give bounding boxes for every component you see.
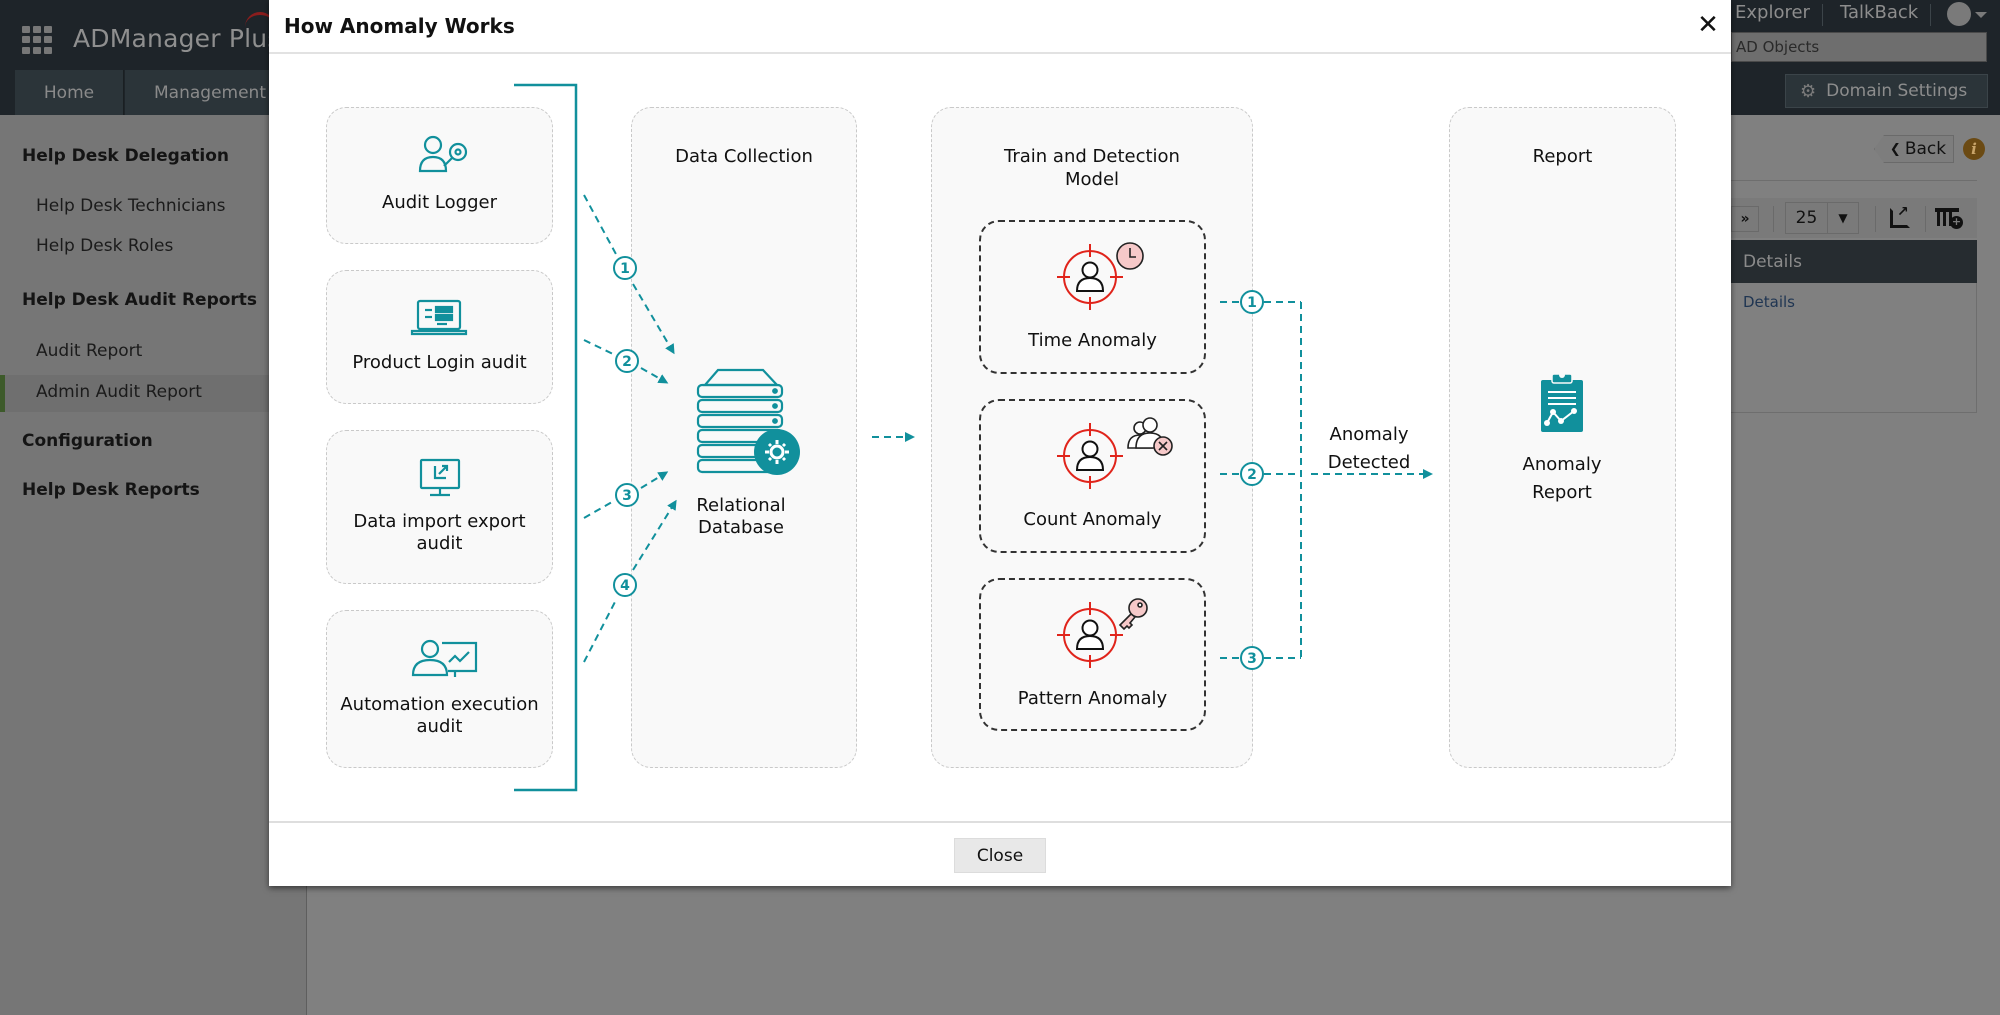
- anomaly-label: Time Anomaly: [1028, 330, 1157, 351]
- close-button[interactable]: Close: [954, 838, 1046, 873]
- model-title: Train and Detection Model: [1004, 146, 1180, 190]
- close-icon[interactable]: ✕: [1694, 10, 1722, 40]
- export-arrow-icon: ↗: [1897, 204, 1909, 220]
- page-size-select[interactable]: 25 ▼: [1785, 202, 1859, 234]
- source-label: Data import export audit: [353, 511, 526, 554]
- table-header-details[interactable]: Details: [1731, 240, 1977, 283]
- sidebar-group-help-desk-audit-reports[interactable]: Help Desk Audit Reports: [22, 290, 257, 310]
- tab-home[interactable]: Home: [15, 70, 124, 115]
- top-link-talkback[interactable]: TalkBack: [1840, 2, 1918, 28]
- app-launcher-icon[interactable]: [22, 26, 52, 54]
- source-label: Audit Logger: [382, 192, 497, 213]
- sidebar-group-configuration[interactable]: Configuration: [22, 431, 153, 451]
- source-label: Automation execution audit: [340, 694, 539, 737]
- toolbar-separator: [1773, 206, 1774, 232]
- data-collection-column: [631, 107, 857, 768]
- search-input[interactable]: AD Objects: [1731, 32, 1987, 62]
- details-link[interactable]: Details: [1743, 293, 1795, 311]
- domain-settings-label: Domain Settings: [1826, 81, 1968, 101]
- info-icon[interactable]: i: [1963, 138, 1985, 160]
- top-separator: [1822, 4, 1823, 26]
- relational-database-label: Relational Database: [696, 495, 786, 538]
- sidebar-group-help-desk-reports[interactable]: Help Desk Reports: [22, 480, 200, 500]
- top-link-explorer[interactable]: Explorer: [1735, 2, 1810, 28]
- sidebar-item-admin-audit-report[interactable]: Admin Audit Report: [36, 382, 202, 402]
- back-button[interactable]: ❮ Back: [1874, 135, 1954, 163]
- data-collection-title: Data Collection: [675, 146, 813, 167]
- chevron-left-icon: ❮: [1889, 141, 1901, 157]
- source-box-audit-logger: [326, 107, 553, 244]
- sidebar-item-audit-report[interactable]: Audit Report: [36, 341, 142, 361]
- modal-footer-divider: [269, 821, 1731, 823]
- sidebar-group-help-desk-delegation[interactable]: Help Desk Delegation: [22, 146, 229, 166]
- anomaly-report-label: Anomaly Report: [1522, 454, 1602, 503]
- chevron-down-icon[interactable]: [1975, 12, 1987, 18]
- user-avatar-icon[interactable]: [1947, 2, 1971, 26]
- report-column: [1449, 107, 1676, 768]
- toolbar-separator: [1925, 206, 1926, 232]
- modal-title: How Anomaly Works: [284, 14, 515, 38]
- sidebar-item-help-desk-technicians[interactable]: Help Desk Technicians: [36, 196, 226, 216]
- source-label: Product Login audit: [352, 352, 527, 373]
- source-box-product-login: [326, 270, 553, 404]
- back-label: Back: [1904, 139, 1947, 159]
- source-box-automation-execution: [326, 610, 553, 768]
- domain-settings-button[interactable]: ⚙ Domain Settings: [1785, 74, 1988, 108]
- top-separator: [1930, 4, 1931, 26]
- divider: [1731, 180, 1977, 181]
- modal-header-divider: [269, 52, 1731, 54]
- anomaly-detected-label: Anomaly Detected: [1327, 424, 1411, 473]
- anomaly-label: Count Anomaly: [1023, 509, 1162, 530]
- last-page-button[interactable]: »: [1731, 206, 1759, 232]
- anomaly-label: Pattern Anomaly: [1017, 688, 1168, 709]
- chevron-down-icon: ▼: [1838, 211, 1848, 225]
- sidebar-item-help-desk-roles[interactable]: Help Desk Roles: [36, 236, 173, 256]
- plus-icon: +: [1950, 215, 1963, 229]
- report-title: Report: [1532, 146, 1593, 167]
- toolbar-separator: [1875, 206, 1876, 232]
- gear-icon: ⚙: [1800, 80, 1817, 102]
- source-box-data-import-export: [326, 430, 553, 584]
- page-size-value: 25: [1786, 203, 1828, 233]
